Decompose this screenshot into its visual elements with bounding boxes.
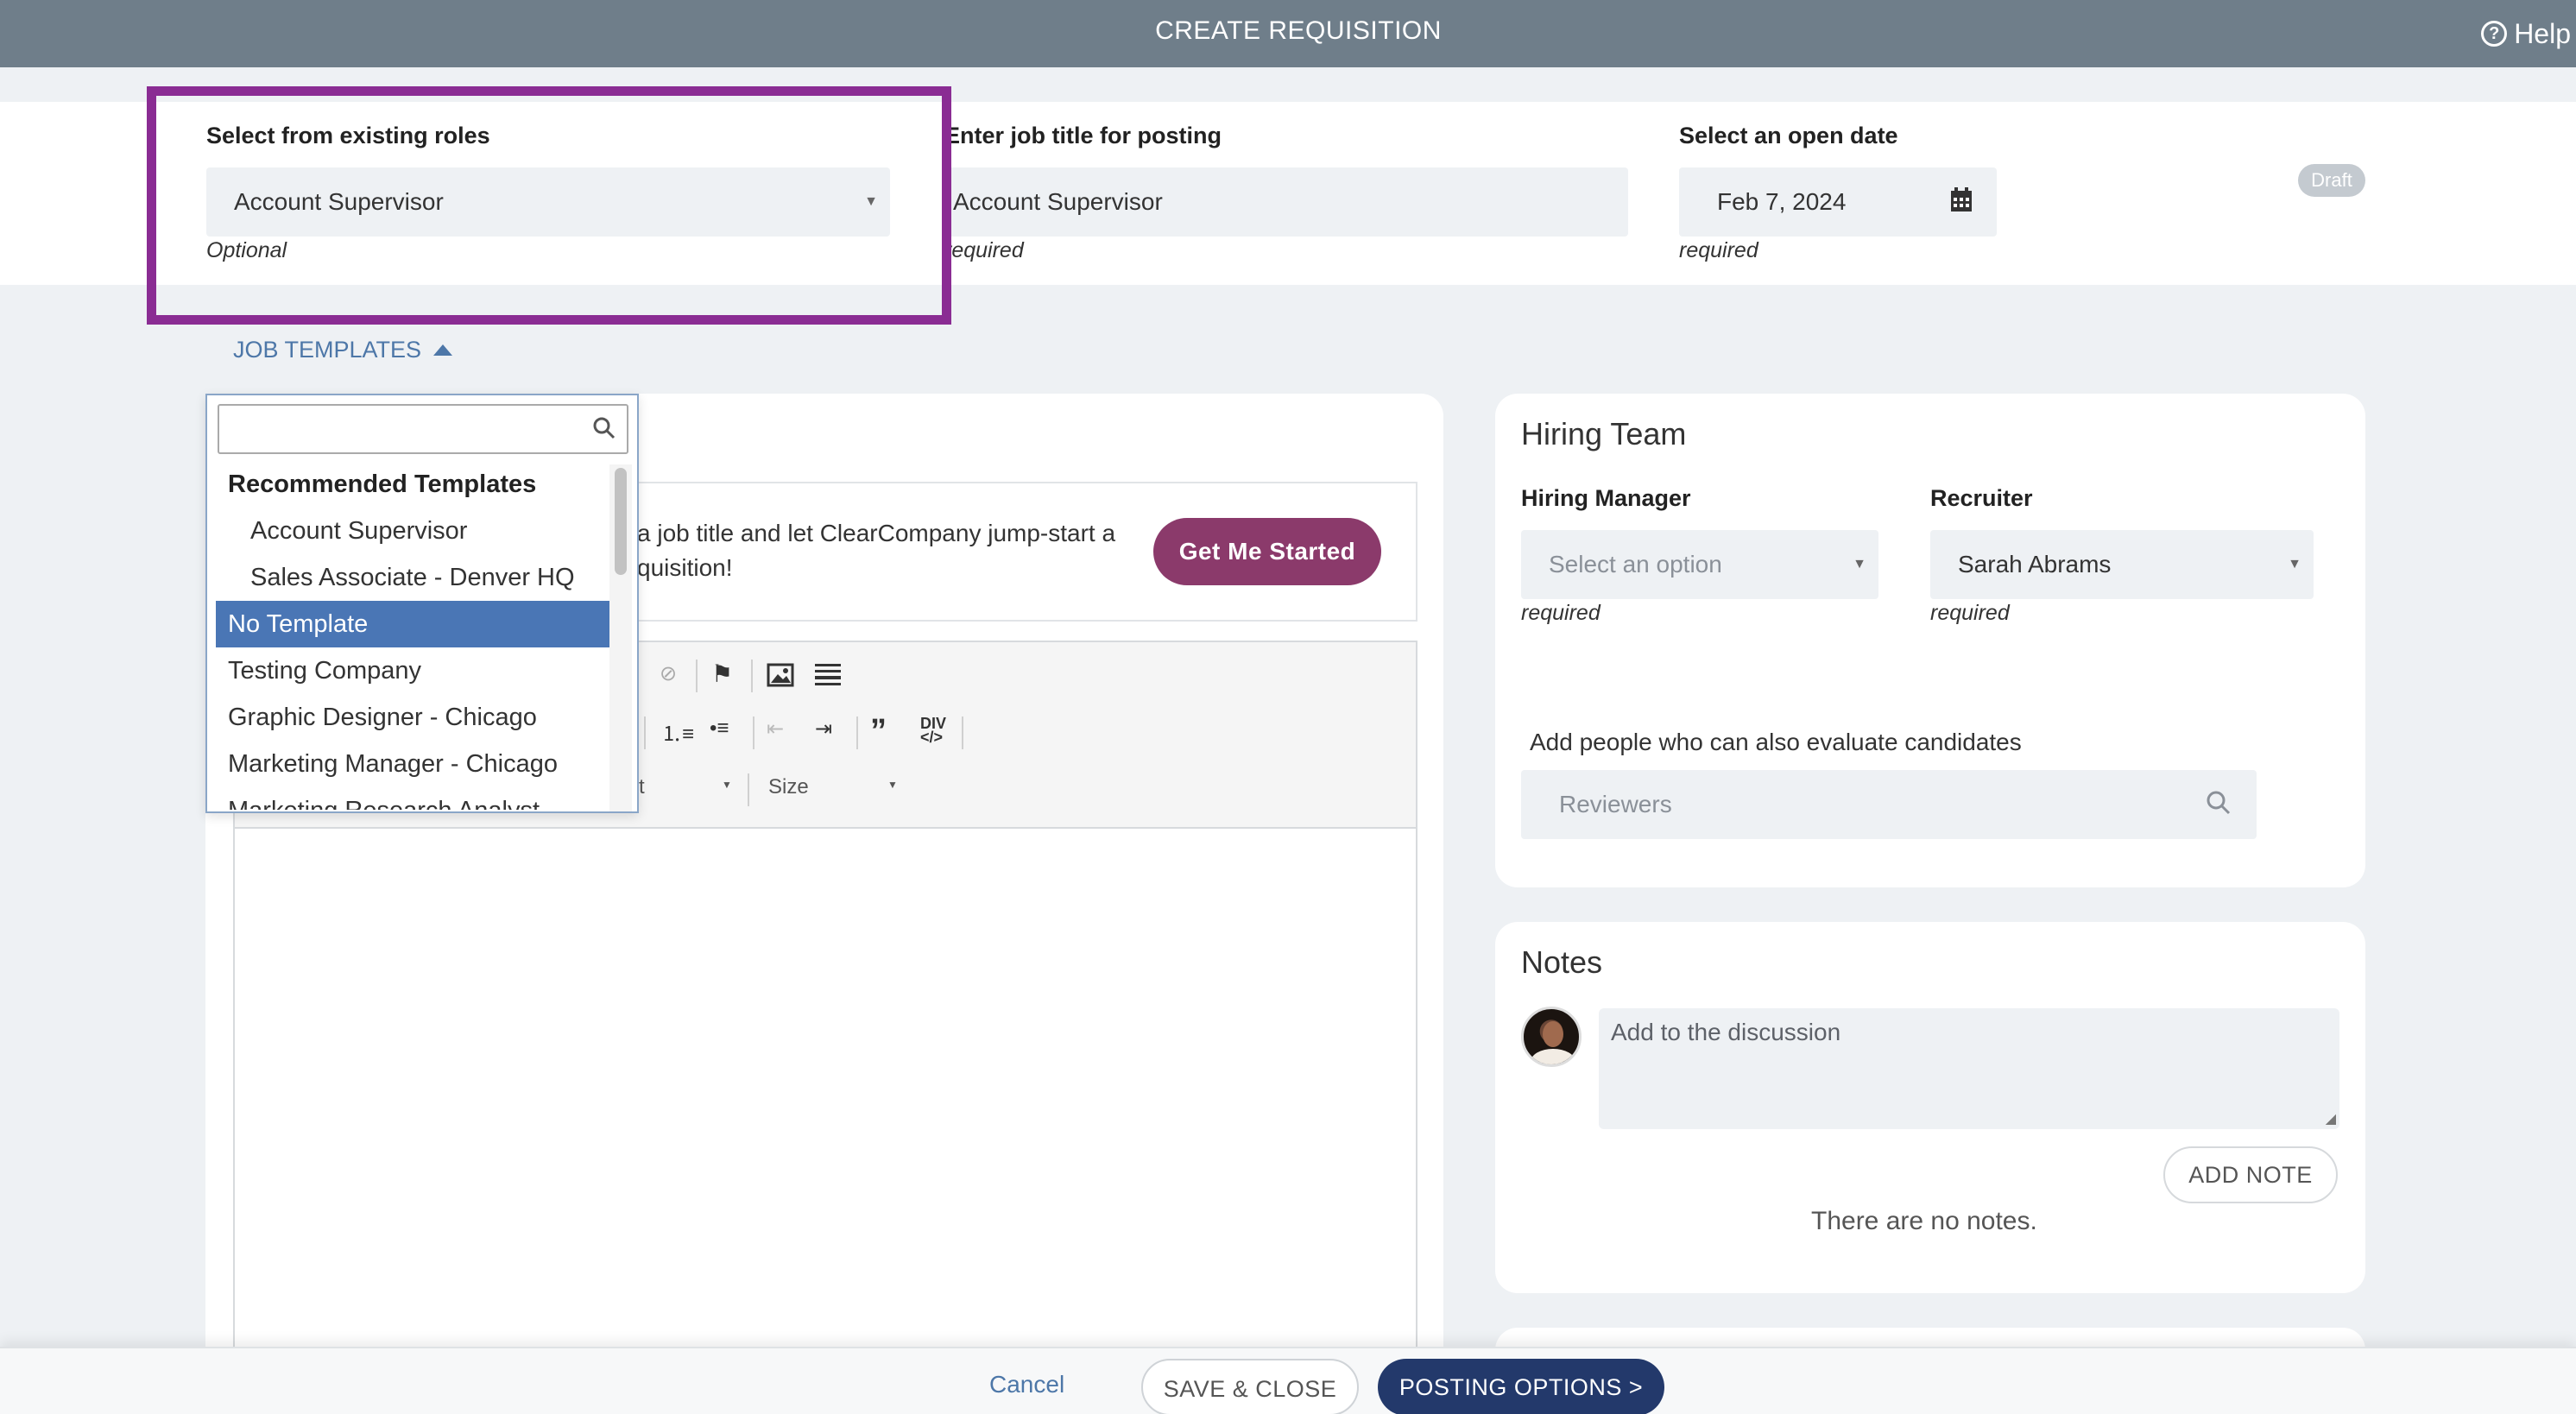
get-started-text: a job title and let ClearCompany jump-st… <box>637 516 1138 585</box>
template-option[interactable]: Sales Associate - Denver HQ <box>216 554 611 601</box>
job-title-label: Enter job title for posting <box>944 123 1222 148</box>
recruiter-hint: required <box>1930 601 2010 625</box>
job-templates-toggle[interactable]: JOB TEMPLATES <box>233 337 453 363</box>
blockquote-icon[interactable]: ” <box>870 713 887 750</box>
avatar <box>1521 1007 1582 1067</box>
get-started-text-line1: a job title and let ClearCompany jump-st… <box>637 520 1116 546</box>
get-started-text-line2: quisition! <box>637 554 733 581</box>
no-notes-text: There are no notes. <box>1811 1207 2037 1235</box>
toolbar-separator <box>962 716 963 749</box>
job-templates-label: JOB TEMPLATES <box>233 337 422 363</box>
note-textarea[interactable]: Add to the discussion ◢ <box>1599 1008 2339 1129</box>
template-search-input[interactable] <box>218 404 628 454</box>
hiring-manager-hint: required <box>1521 601 1601 625</box>
outdent-icon[interactable]: ⇤ <box>767 716 784 742</box>
save-close-button[interactable]: SAVE & CLOSE <box>1141 1359 1359 1414</box>
search-icon <box>592 416 616 440</box>
search-icon <box>2205 789 2232 817</box>
size-select-label: Size <box>768 775 809 799</box>
template-option[interactable]: Marketing Manager - Chicago <box>216 741 611 787</box>
toolbar-separator <box>696 660 698 692</box>
font-select-value: t <box>639 775 645 799</box>
horizontal-rule-icon[interactable] <box>815 663 841 687</box>
reviewers-label: Add people who can also evaluate candida… <box>1530 729 2022 755</box>
template-option[interactable]: Account Supervisor <box>216 508 611 554</box>
template-option[interactable]: Graphic Designer - Chicago <box>216 694 611 741</box>
div-container-icon[interactable]: DIV </> <box>920 716 946 745</box>
bulleted-list-icon[interactable]: •≡ <box>710 716 729 741</box>
template-group-label: Recommended Templates <box>228 470 537 498</box>
job-title-hint: required <box>944 238 1024 262</box>
hiring-manager-placeholder: Select an option <box>1549 551 1722 578</box>
recruiter-value: Sarah Abrams <box>1958 551 2112 578</box>
unlink-icon[interactable]: ⊘ <box>660 661 677 686</box>
open-date-hint: required <box>1679 238 1758 262</box>
note-placeholder: Add to the discussion <box>1611 1019 1841 1045</box>
recruiter-select[interactable]: Sarah Abrams ▼ <box>1930 530 2314 599</box>
dropdown-scrollbar-thumb[interactable] <box>615 468 627 575</box>
hiring-team-title: Hiring Team <box>1521 416 1687 451</box>
size-select[interactable]: Size ▼ <box>768 775 906 806</box>
recruiter-label: Recruiter <box>1930 485 2033 511</box>
anchor-flag-icon[interactable]: ⚑ <box>711 660 733 688</box>
toolbar-separator <box>644 716 646 749</box>
template-option-selected[interactable]: No Template <box>216 601 611 647</box>
toolbar-separator <box>751 660 753 692</box>
chevron-down-icon: ▼ <box>2288 557 2301 571</box>
job-description-editor[interactable] <box>233 827 1417 1414</box>
chevron-down-icon: ▼ <box>887 779 898 791</box>
indent-icon[interactable]: ⇥ <box>815 716 832 742</box>
reviewers-input[interactable]: Reviewers <box>1521 770 2257 839</box>
notes-title: Notes <box>1521 944 1603 980</box>
job-templates-dropdown: Recommended Templates Account Supervisor… <box>205 394 639 813</box>
job-title-input[interactable]: Account Supervisor <box>944 167 1628 237</box>
hiring-manager-select[interactable]: Select an option ▼ <box>1521 530 1878 599</box>
resize-handle-icon[interactable]: ◢ <box>2326 1110 2336 1127</box>
status-badge: Draft <box>2298 164 2365 197</box>
job-title-value: Account Supervisor <box>953 188 1163 215</box>
help-link[interactable]: ? Help <box>2481 0 2576 67</box>
toolbar-separator <box>753 716 754 749</box>
page-title: CREATE REQUISITION <box>1155 16 1442 45</box>
toolbar-separator <box>856 716 858 749</box>
template-option[interactable]: Marketing Research Analyst <box>216 787 611 810</box>
toolbar-separator <box>748 773 749 806</box>
highlight-frame <box>147 86 951 325</box>
hiring-manager-label: Hiring Manager <box>1521 485 1691 511</box>
add-note-button[interactable]: ADD NOTE <box>2163 1146 2338 1203</box>
open-date-value: Feb 7, 2024 <box>1717 188 1847 215</box>
question-circle-icon: ? <box>2481 21 2508 47</box>
get-me-started-button[interactable]: Get Me Started <box>1153 518 1381 585</box>
image-icon[interactable] <box>767 663 794 687</box>
chevron-down-icon: ▼ <box>1853 557 1866 571</box>
font-select[interactable]: t ▼ <box>639 775 742 806</box>
posting-options-button[interactable]: POSTING OPTIONS > <box>1378 1359 1664 1414</box>
open-date-input[interactable]: Feb 7, 2024 <box>1679 167 1997 237</box>
caret-up-icon <box>433 344 453 356</box>
template-option[interactable]: Testing Company <box>216 647 611 694</box>
cancel-link[interactable]: Cancel <box>989 1371 1064 1398</box>
calendar-icon[interactable] <box>1950 186 1973 212</box>
help-label: Help <box>2514 18 2571 49</box>
open-date-label: Select an open date <box>1679 123 1898 148</box>
numbered-list-icon[interactable]: ⒈≡ <box>661 716 694 747</box>
reviewers-placeholder: Reviewers <box>1559 791 1672 817</box>
app-header: CREATE REQUISITION ? Help <box>0 0 2576 67</box>
template-options-list: Recommended Templates Account Supervisor… <box>216 461 611 810</box>
chevron-down-icon: ▼ <box>722 779 732 791</box>
